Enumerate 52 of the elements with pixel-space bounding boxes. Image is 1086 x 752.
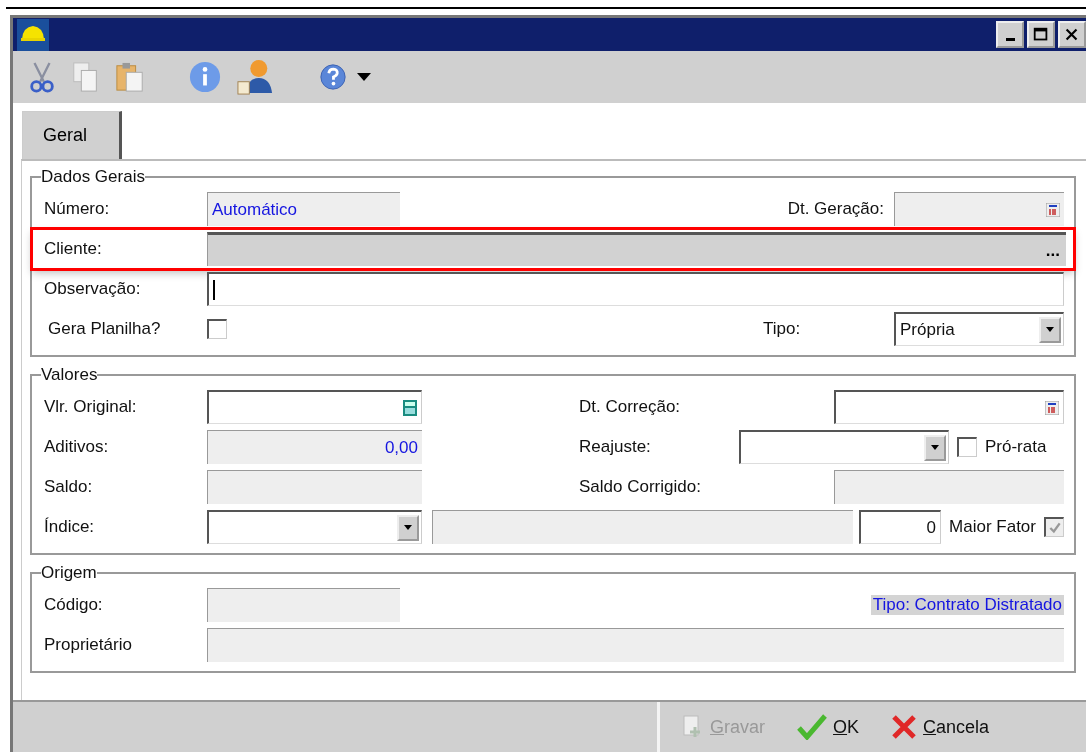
paste-icon[interactable]: [115, 60, 145, 94]
text-field[interactable]: [207, 272, 1064, 306]
field-label: Aditivos:: [44, 437, 110, 457]
info-icon[interactable]: [189, 61, 221, 93]
field-label: Cliente:: [44, 239, 103, 259]
dropdown[interactable]: Própria: [894, 312, 1064, 346]
amount-field[interactable]: [207, 390, 422, 424]
caret-icon: [404, 525, 412, 530]
date-field[interactable]: [834, 390, 1064, 424]
group-title: Valores: [41, 365, 98, 385]
field-label: Gera Planilha?: [47, 319, 162, 339]
helmet-icon: [17, 18, 49, 51]
field-label: Código:: [44, 595, 104, 615]
checkbox[interactable]: [207, 319, 227, 339]
checkmark-icon: [1047, 520, 1062, 535]
field-label: Reajuste:: [579, 437, 652, 457]
close-button[interactable]: [1058, 21, 1086, 48]
maximize-button[interactable]: [1027, 21, 1055, 48]
group-title: Origem: [41, 563, 97, 583]
type-note: Tipo: Contrato Distratado: [870, 595, 1064, 615]
field-label: Índice:: [44, 517, 96, 537]
checkbox[interactable]: [957, 437, 977, 457]
caret-icon: [1046, 327, 1054, 332]
cut-icon[interactable]: [27, 60, 57, 94]
dropdown[interactable]: [739, 430, 949, 464]
checkmark-icon: [797, 714, 828, 740]
ok-button[interactable]: OK: [787, 714, 870, 740]
number-field[interactable]: 0: [859, 510, 942, 544]
field-label: Saldo Corrigido:: [579, 477, 702, 497]
field-label: Dt. Geração:: [786, 199, 885, 219]
cross-icon: [891, 714, 918, 740]
minimize-button[interactable]: [996, 21, 1024, 48]
user-icon[interactable]: [235, 59, 275, 95]
group-title: Dados Gerais: [41, 167, 145, 187]
field-label: Dt. Correção:: [579, 397, 682, 417]
caret-icon: [931, 445, 939, 450]
field-label: Vlr. Original:: [44, 397, 138, 417]
field-label: Número:: [44, 199, 111, 219]
dropdown-caret-icon[interactable]: [357, 73, 371, 81]
dropdown[interactable]: [207, 510, 422, 544]
calculator-icon[interactable]: [403, 399, 417, 416]
field-label: Proprietário: [44, 635, 133, 655]
minimize-icon: [1005, 38, 1015, 41]
cancel-button[interactable]: Cancela: [881, 714, 1000, 740]
calendar-icon[interactable]: [1045, 400, 1059, 415]
help-icon[interactable]: [319, 63, 347, 91]
checkbox-label: Maior Fator: [949, 517, 1036, 537]
checkbox-label: Pró-rata: [985, 437, 1047, 457]
tab[interactable]: Geral: [22, 111, 122, 159]
field-label: Saldo:: [44, 477, 94, 497]
field-label: Observação:: [44, 279, 142, 299]
field-label: Tipo:: [763, 319, 802, 339]
